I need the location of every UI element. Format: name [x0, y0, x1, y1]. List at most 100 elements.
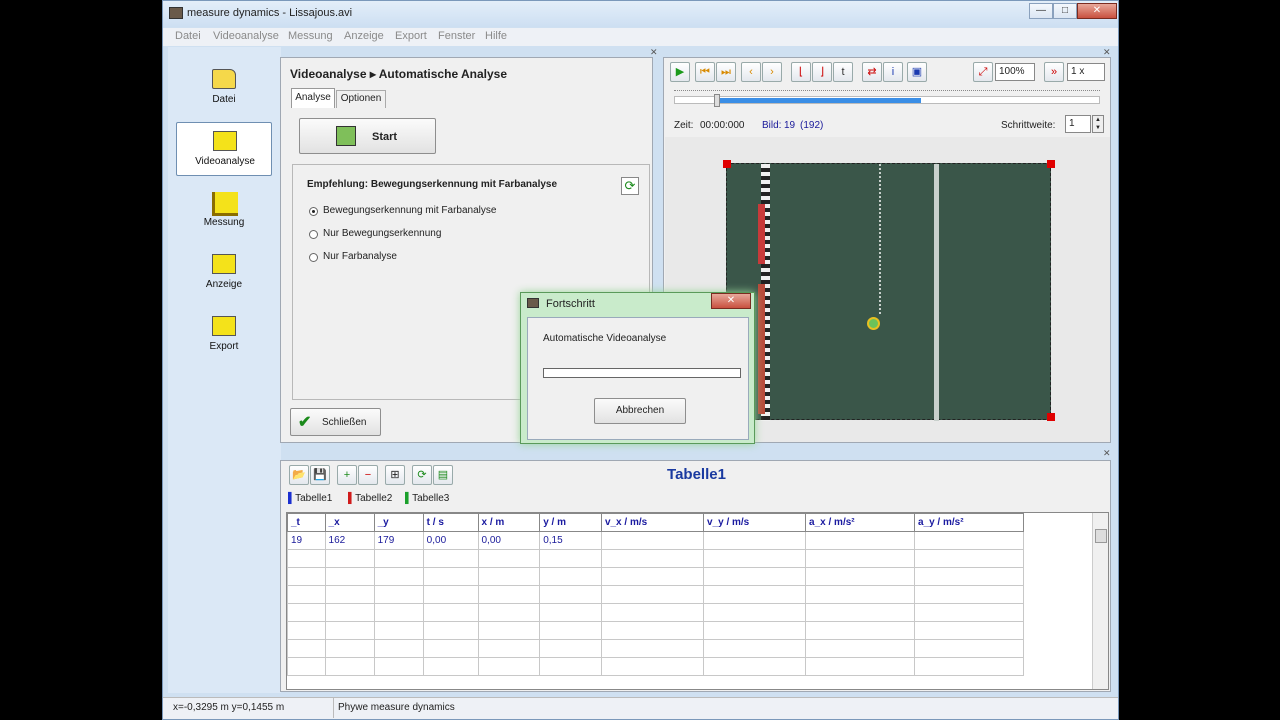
menu-hilfe[interactable]: Hilfe [485, 30, 507, 42]
table-cell[interactable] [422, 639, 479, 658]
table-cell[interactable] [702, 639, 807, 658]
table-cell[interactable] [324, 567, 375, 586]
scrollbar-thumb[interactable] [1095, 529, 1107, 543]
tab-optionen[interactable]: Optionen [336, 90, 386, 108]
table-cell[interactable] [913, 531, 1025, 550]
column-header[interactable]: a_x / m/s² [805, 513, 915, 532]
table-cell[interactable] [702, 621, 807, 640]
table-cell[interactable]: 19 [287, 531, 326, 550]
abbrechen-button[interactable]: Abbrechen [594, 398, 686, 424]
table-cell[interactable] [287, 639, 326, 658]
column-header[interactable]: _x [324, 513, 375, 532]
table-cell[interactable] [539, 567, 602, 586]
table-cell[interactable] [539, 639, 602, 658]
table-cell[interactable] [373, 549, 424, 568]
menu-datei[interactable]: Datei [175, 30, 201, 42]
maximize-button[interactable]: □ [1053, 3, 1077, 19]
table-cell[interactable] [805, 657, 915, 676]
radio-option-3[interactable]: Nur Farbanalyse [309, 251, 529, 265]
sidebar-item-datei[interactable]: Datei [176, 61, 272, 115]
table-cell[interactable] [287, 585, 326, 604]
table-cell[interactable] [373, 657, 424, 676]
tab-analyse[interactable]: Analyse [291, 88, 335, 108]
table-cell[interactable] [373, 603, 424, 622]
tab-tabelle2[interactable]: ▌Tabelle2 [348, 493, 392, 504]
table-cell[interactable]: 162 [324, 531, 375, 550]
table-cell[interactable] [422, 657, 479, 676]
video-frame[interactable] [726, 163, 1051, 421]
sidebar-item-videoanalyse[interactable]: Videoanalyse [176, 122, 272, 176]
table-cell[interactable] [600, 585, 704, 604]
table-cell[interactable] [539, 603, 602, 622]
mark-end-icon[interactable]: ⌋ [812, 62, 832, 82]
table-cell[interactable] [805, 585, 915, 604]
column-header[interactable]: _t [287, 513, 326, 532]
radio-option-2[interactable]: Nur Bewegungserkennung [309, 228, 529, 242]
table-cell[interactable]: 179 [373, 531, 424, 550]
radio-button[interactable] [309, 230, 318, 239]
table-cell[interactable] [477, 585, 541, 604]
table-cell[interactable] [600, 621, 704, 640]
column-header[interactable]: _y [373, 513, 424, 532]
crop-handle-top-right[interactable] [1047, 160, 1055, 168]
crop-handle-top-left[interactable] [723, 160, 731, 168]
tab-tabelle1[interactable]: ▌Tabelle1 [288, 493, 332, 504]
table-cell[interactable] [287, 657, 326, 676]
menu-anzeige[interactable]: Anzeige [344, 30, 384, 42]
table-cell[interactable] [600, 603, 704, 622]
table-cell[interactable] [477, 621, 541, 640]
column-header[interactable]: x / m [477, 513, 541, 532]
table-cell[interactable] [600, 549, 704, 568]
table-cell[interactable] [702, 567, 807, 586]
table-cell[interactable]: 0,00 [477, 531, 541, 550]
panel-close-icon[interactable]: ✕ [1103, 448, 1111, 459]
start-button[interactable]: Start [299, 118, 436, 154]
time-zero-icon[interactable]: t [833, 62, 853, 82]
table-cell[interactable] [477, 549, 541, 568]
zoom-field[interactable]: 100% [995, 63, 1035, 81]
swap-icon[interactable]: ⇄ [862, 62, 882, 82]
menu-export[interactable]: Export [395, 30, 427, 42]
step-input[interactable]: 1 [1065, 115, 1091, 133]
table-cell[interactable] [702, 657, 807, 676]
radio-option-1[interactable]: Bewegungserkennung mit Farbanalyse [309, 205, 529, 219]
table-cell[interactable] [913, 567, 1025, 586]
sidebar-item-export[interactable]: Export [176, 308, 272, 362]
tracked-point-marker[interactable] [867, 317, 880, 330]
table-cell[interactable]: 0,00 [422, 531, 479, 550]
speed-field[interactable]: 1 x [1067, 63, 1105, 81]
skip-end-icon[interactable]: ⏭ [716, 62, 736, 82]
table-cell[interactable] [913, 657, 1025, 676]
table-cell[interactable] [702, 585, 807, 604]
table-cell[interactable] [287, 549, 326, 568]
sidebar-item-messung[interactable]: Messung [176, 184, 272, 238]
table-cell[interactable] [324, 657, 375, 676]
mark-start-icon[interactable]: ⌊ [791, 62, 811, 82]
table-cell[interactable] [324, 639, 375, 658]
radio-button[interactable] [309, 207, 318, 216]
table-cell[interactable] [287, 567, 326, 586]
table-cell[interactable] [805, 531, 915, 550]
column-header[interactable]: t / s [422, 513, 479, 532]
table-cell[interactable] [477, 603, 541, 622]
table-cell[interactable] [600, 639, 704, 658]
table-cell[interactable] [600, 567, 704, 586]
table-cell[interactable] [539, 549, 602, 568]
column-header[interactable]: y / m [539, 513, 602, 532]
table-cell[interactable] [539, 657, 602, 676]
table-cell[interactable] [702, 531, 807, 550]
table-cell[interactable] [422, 585, 479, 604]
table-cell[interactable] [287, 621, 326, 640]
table-cell[interactable] [539, 621, 602, 640]
table-cell[interactable]: 0,15 [539, 531, 602, 550]
table-cell[interactable] [805, 603, 915, 622]
step-forward-icon[interactable]: › [762, 62, 782, 82]
table-cell[interactable] [422, 549, 479, 568]
table-cell[interactable] [702, 603, 807, 622]
table-cell[interactable] [805, 621, 915, 640]
table-cell[interactable] [913, 621, 1025, 640]
table-cell[interactable] [373, 621, 424, 640]
step-back-icon[interactable]: ‹ [741, 62, 761, 82]
column-header[interactable]: v_x / m/s [600, 513, 704, 532]
table-scrollbar[interactable] [1092, 513, 1108, 689]
